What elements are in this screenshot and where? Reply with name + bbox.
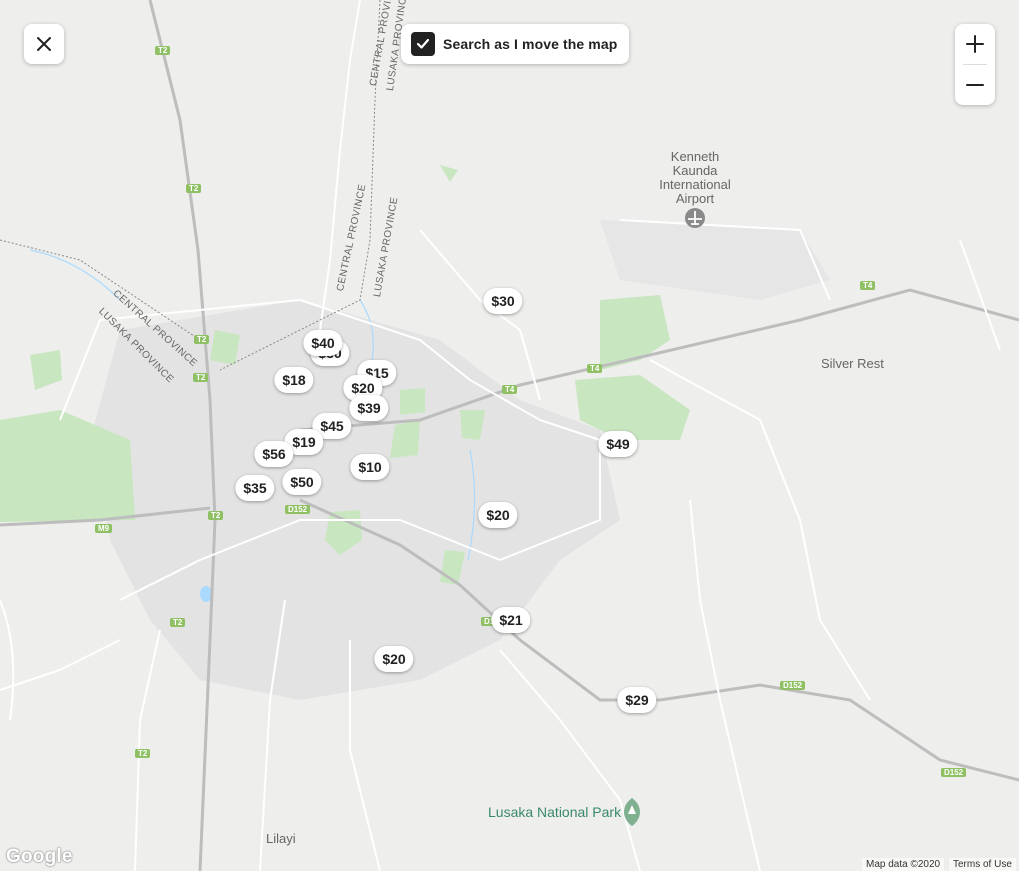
price-pin[interactable]: $10 <box>350 454 390 480</box>
road-shield: M9 <box>95 524 113 533</box>
map-data-attribution[interactable]: Map data ©2020 <box>862 858 945 871</box>
price-pin[interactable]: $50 <box>282 469 322 495</box>
close-map-button[interactable] <box>24 24 64 64</box>
map-canvas[interactable] <box>0 0 1019 871</box>
plus-icon <box>966 35 984 53</box>
road-shield: D152 <box>780 681 806 690</box>
lilayi-label: Lilayi <box>266 831 296 846</box>
lusaka-national-park-label: Lusaka National Park <box>488 804 622 820</box>
price-pin[interactable]: $35 <box>235 475 275 501</box>
road-shield: T2 <box>170 618 186 627</box>
road-shield: D152 <box>285 505 311 514</box>
road-shield: T2 <box>193 373 209 382</box>
zoom-out-button[interactable] <box>955 65 995 105</box>
terms-of-use-link[interactable]: Terms of Use <box>949 858 1016 871</box>
price-pin[interactable]: $30 <box>483 288 523 314</box>
road-shield: T2 <box>155 46 171 55</box>
silver-rest-label: Silver Rest <box>821 356 884 371</box>
road-shield: T4 <box>587 364 603 373</box>
price-pin[interactable]: $20 <box>478 502 518 528</box>
airport-label-line: Kenneth <box>670 149 720 164</box>
airport-label-line: Airport <box>675 191 715 206</box>
airport-label-line: Kaunda <box>672 163 718 178</box>
search-as-move-checkbox[interactable] <box>411 32 435 56</box>
price-pin[interactable]: $40 <box>303 330 343 356</box>
road-shield: T2 <box>186 184 202 193</box>
road-shield: T2 <box>194 335 210 344</box>
minus-icon <box>966 84 984 86</box>
price-pin[interactable]: $20 <box>374 646 414 672</box>
google-logo: Google <box>6 846 73 867</box>
road-shield: D152 <box>941 768 967 777</box>
checkmark-icon <box>416 38 430 49</box>
price-pin[interactable]: $56 <box>254 441 294 467</box>
search-as-move-toggle[interactable]: Search as I move the map <box>401 24 630 64</box>
road-shield: T2 <box>135 749 151 758</box>
price-pin[interactable]: $39 <box>349 395 389 421</box>
price-pin[interactable]: $49 <box>598 431 638 457</box>
zoom-controls <box>955 24 995 105</box>
search-as-move-label: Search as I move the map <box>443 36 618 52</box>
zoom-in-button[interactable] <box>955 24 995 64</box>
airport-label-line: International <box>659 177 731 192</box>
price-pin[interactable]: $21 <box>491 607 531 633</box>
price-pin[interactable]: $29 <box>617 687 657 713</box>
road-shield: T4 <box>502 385 518 394</box>
airport-label: Kenneth Kaunda International Airport <box>655 150 735 206</box>
road-shield: T2 <box>208 511 224 520</box>
price-pin[interactable]: $18 <box>274 367 314 393</box>
road-shield: T4 <box>860 281 876 290</box>
close-icon <box>37 37 51 51</box>
